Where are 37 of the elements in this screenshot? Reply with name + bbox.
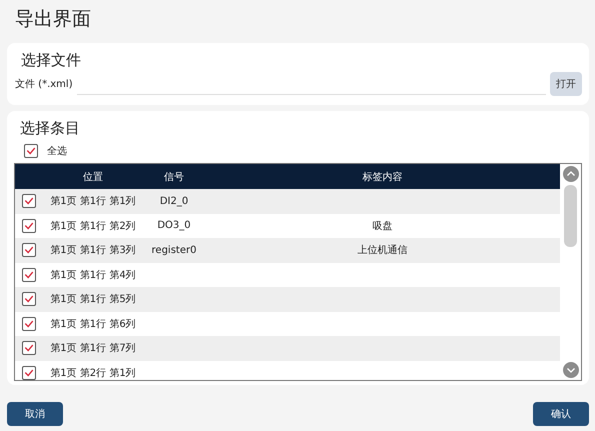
scroll-down-button[interactable] — [562, 362, 578, 378]
section-title: 选择条目 — [19, 118, 81, 139]
table-cell: 第1页 第1行 第3列 — [50, 245, 136, 256]
checkbox[interactable] — [22, 218, 36, 233]
table-cell: 第1页 第1行 第7列 — [50, 343, 136, 354]
table-cell: 第1页 第1行 第6列 — [50, 318, 136, 330]
section-title: 选择文件 — [20, 50, 82, 71]
checkbox[interactable] — [22, 366, 36, 380]
table-cell: DO3_0 — [157, 220, 191, 232]
table-cell: DI2_0 — [160, 196, 188, 207]
table-cell: 第1页 第1行 第1列 — [50, 196, 136, 208]
checkbox[interactable] — [22, 316, 36, 331]
scrollbar-thumb[interactable] — [564, 185, 577, 247]
table-cell: 第1页 第1行 第4列 — [50, 270, 136, 281]
table-cell: 上位机通信 — [358, 245, 408, 256]
checkbox[interactable] — [22, 268, 36, 282]
checkbox[interactable] — [22, 292, 36, 306]
checkbox[interactable] — [24, 144, 38, 158]
column-header: 标签内容 — [362, 170, 404, 184]
table-cell: register0 — [152, 244, 196, 256]
table-cell: 第1页 第1行 第5列 — [50, 294, 136, 306]
confirm-button[interactable]: 确认 — [533, 402, 589, 426]
field-label: 文件 (*.xml) — [15, 78, 73, 91]
table-cell: 第1页 第1行 第2列 — [50, 220, 136, 232]
checkbox-label: 全选 — [47, 144, 67, 158]
table-cell: 第1页 第2行 第1列 — [50, 368, 136, 379]
column-header: 位置 — [82, 170, 104, 184]
open-button[interactable]: 打开 — [550, 72, 582, 96]
checkbox[interactable] — [22, 243, 36, 258]
table-cell: 吸盘 — [372, 220, 392, 232]
window-title: 导出界面 — [14, 7, 92, 32]
checkbox[interactable] — [22, 341, 36, 356]
cancel-button[interactable]: 取消 — [7, 402, 63, 426]
scroll-up-button[interactable] — [562, 166, 578, 182]
checkbox[interactable] — [22, 194, 36, 208]
column-header: 信号 — [163, 170, 185, 184]
scrollbar[interactable] — [560, 164, 581, 380]
